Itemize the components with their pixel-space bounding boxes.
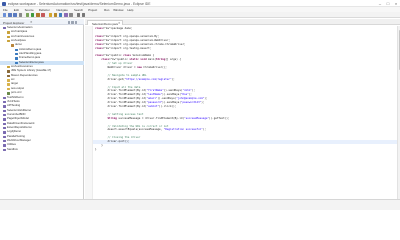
project-icon [3, 105, 6, 108]
library-icon [7, 70, 10, 73]
code-editor: SeleniumDemo.java ✕ class="kw">package d… [85, 19, 400, 199]
new-package-icon[interactable] [53, 13, 58, 17]
folder-icon [7, 87, 10, 91]
code-line[interactable]: driver.findElement(By.id("submit")).clic… [95, 105, 176, 109]
code-area[interactable]: class="kw">package demo; class="kw">impor… [85, 26, 400, 199]
view-menu-icon[interactable] [74, 21, 78, 24]
java-file-icon [15, 57, 18, 60]
coverage-icon[interactable] [36, 13, 40, 17]
run-icon[interactable] [31, 13, 35, 17]
project-icon [3, 144, 6, 147]
project-icon [3, 96, 6, 99]
source-folder-icon [7, 66, 10, 69]
editor-tab-bar: SeleniumDemo.java ✕ [85, 19, 400, 26]
source-folder-icon [7, 31, 10, 34]
source-folder-icon [7, 35, 10, 39]
eclipse-icon [2, 1, 6, 6]
save-all-icon[interactable] [13, 13, 17, 17]
window-title: eclipse-workspace - SeleniumAutomation/s… [8, 1, 151, 6]
code-line[interactable]: class="kw">import org.testng.Assert; [95, 47, 151, 51]
project-tree: SeleniumAutomation src/main/java src/main/… [0, 26, 84, 152]
code-line[interactable]: String successMessage = driver.findEleme… [95, 117, 230, 121]
project-icon [3, 100, 6, 104]
project-icon [3, 27, 6, 30]
folder-icon [7, 83, 10, 86]
new-class-icon[interactable] [59, 13, 63, 17]
code-line[interactable]: class="kw">package demo; [95, 27, 132, 31]
window-titlebar: eclipse-workspace - SeleniumAutomation/s… [0, 0, 400, 7]
collapse-all-icon[interactable] [68, 21, 71, 24]
project-icon [3, 126, 6, 130]
java-file-icon [15, 61, 18, 65]
print-icon[interactable] [18, 13, 22, 17]
main-toolbar [0, 12, 400, 18]
code-line[interactable]: } [95, 148, 97, 152]
new-java-project-icon[interactable] [48, 13, 52, 17]
new-icon[interactable] [3, 13, 7, 17]
debug-icon[interactable] [25, 13, 30, 17]
code-line[interactable]: driver.get("https://example.com/register… [95, 78, 174, 82]
link-editor-icon[interactable] [71, 21, 74, 24]
line-gutter [85, 26, 93, 199]
project-icon [3, 131, 6, 134]
project-icon [3, 122, 6, 125]
forward-icon[interactable] [81, 13, 86, 17]
code-line[interactable]: WebDriver driver = new ChromeDriver(); [95, 66, 166, 70]
project-explorer-title[interactable]: Project Explorer [3, 21, 24, 25]
tree-item[interactable]: Sandbox [0, 148, 84, 152]
java-file-icon [15, 48, 18, 52]
project-icon [3, 139, 6, 143]
close-icon[interactable]: ✕ [118, 21, 121, 25]
code-line[interactable]: driver.quit(); [93, 140, 400, 144]
close-icon[interactable]: × [392, 0, 400, 7]
tree-item-label: Sandbox [7, 147, 18, 151]
library-icon [7, 74, 10, 78]
open-type-icon[interactable] [64, 13, 68, 17]
project-icon [3, 118, 6, 121]
java-file-icon [15, 53, 18, 56]
project-explorer: Project Explorer ✕ SeleniumAutomation src… [0, 19, 84, 199]
project-explorer-header: Project Explorer ✕ [0, 19, 84, 25]
source-folder-icon [7, 40, 10, 43]
status-bar [0, 199, 400, 210]
tab-seleniumdemo-java[interactable]: SeleniumDemo.java ✕ [87, 19, 123, 26]
folder-icon [7, 79, 10, 82]
editor-tab-label: SeleniumDemo.java [92, 21, 118, 26]
xml-file-icon [7, 92, 10, 95]
view-toolbar [67, 21, 81, 24]
maximize-icon[interactable]: □ [384, 0, 392, 7]
external-tools-icon[interactable] [41, 13, 45, 17]
package-icon [11, 44, 14, 47]
project-icon [3, 113, 6, 117]
close-icon[interactable]: ✕ [30, 20, 33, 24]
save-icon[interactable] [8, 13, 12, 17]
back-icon[interactable] [76, 13, 80, 17]
project-icon [3, 135, 6, 138]
search-icon[interactable] [69, 13, 73, 17]
minimize-icon[interactable]: – [376, 0, 384, 7]
project-icon [3, 109, 6, 112]
code-line[interactable]: Assert.assertEquals(successMessage, "Reg… [95, 128, 205, 132]
project-icon [3, 148, 6, 152]
